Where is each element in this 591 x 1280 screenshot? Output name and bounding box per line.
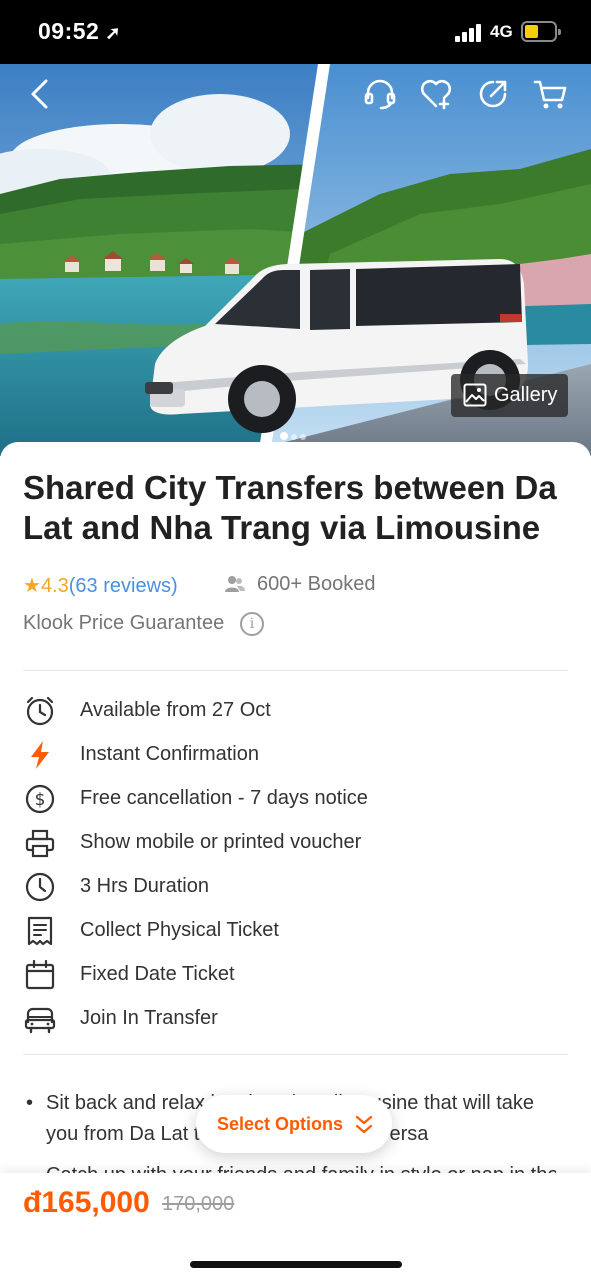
- feature-item: Fixed Date Ticket: [24, 957, 584, 993]
- feature-label: 3 Hrs Duration: [80, 875, 209, 897]
- image-icon: [463, 383, 487, 407]
- feature-label: Join In Transfer: [80, 1007, 218, 1029]
- home-indicator[interactable]: [190, 1261, 402, 1268]
- status-bar: 09:52 ➚ 4G: [0, 0, 591, 64]
- gallery-button[interactable]: Gallery: [451, 374, 568, 417]
- clock-icon: [25, 872, 55, 902]
- divider: [23, 670, 568, 671]
- feature-label: Fixed Date Ticket: [80, 963, 235, 985]
- feature-label: Instant Confirmation: [80, 743, 259, 765]
- select-options-button[interactable]: Select Options: [196, 1095, 392, 1153]
- people-icon: [225, 576, 245, 592]
- dollar-circle-icon: $: [25, 784, 55, 814]
- location-arrow-icon: ➚: [105, 23, 121, 43]
- double-chevron-down-icon: [355, 1115, 373, 1134]
- feature-item: 3 Hrs Duration: [24, 869, 584, 905]
- network-type: 4G: [490, 22, 513, 41]
- info-icon[interactable]: i: [240, 612, 264, 636]
- select-options-label: Select Options: [217, 1114, 344, 1134]
- signal-icon: [455, 22, 483, 42]
- price: đ165,000: [23, 1186, 150, 1219]
- receipt-icon: [27, 916, 53, 946]
- feature-item: Join In Transfer: [24, 1001, 584, 1037]
- headset-icon[interactable]: [362, 76, 398, 112]
- share-icon[interactable]: [475, 76, 511, 112]
- carousel-dot[interactable]: [291, 434, 297, 440]
- star-icon: ★: [23, 575, 41, 597]
- battery-icon: [521, 21, 561, 42]
- description-text-partial: Catch up with your friends and family in…: [46, 1160, 556, 1174]
- clock-text: 09:52: [38, 18, 100, 44]
- feature-label: Free cancellation - 7 days notice: [80, 787, 368, 809]
- feature-item: Show mobile or printed voucher: [24, 825, 584, 861]
- booked-label: 600+ Booked: [257, 573, 376, 595]
- carousel-dot[interactable]: [280, 432, 288, 440]
- printer-icon: [25, 829, 55, 858]
- feature-item: Collect Physical Ticket: [24, 913, 584, 949]
- bullet: •: [26, 1092, 34, 1114]
- rating[interactable]: ★4.3(63 reviews): [23, 573, 178, 598]
- price-guarantee[interactable]: Klook Price Guarantee: [23, 612, 224, 635]
- feature-item: $ Free cancellation - 7 days notice: [24, 781, 584, 817]
- original-price: 170,000: [162, 1193, 235, 1215]
- back-arrow-icon[interactable]: [22, 76, 58, 112]
- divider: [23, 1054, 568, 1055]
- calendar-icon: [25, 959, 55, 990]
- rating-score: 4.3: [40, 575, 69, 597]
- page-title: Shared City Transfers between Da Lat and…: [23, 469, 557, 546]
- bus-icon: [24, 1007, 56, 1034]
- alarm-clock-icon: [26, 696, 54, 726]
- feature-item: Instant Confirmation: [24, 737, 584, 773]
- feature-label: Available from 27 Oct: [80, 699, 271, 721]
- feature-label: Collect Physical Ticket: [80, 919, 279, 941]
- carousel-dot[interactable]: [300, 434, 306, 440]
- wishlist-heart-icon[interactable]: [418, 76, 454, 112]
- gallery-label: Gallery: [494, 384, 558, 406]
- status-time: 09:52 ➚: [38, 18, 121, 45]
- lightning-icon: [31, 741, 49, 769]
- reviews-link[interactable]: (63 reviews): [69, 575, 178, 597]
- feature-label: Show mobile or printed voucher: [80, 831, 362, 853]
- content-sheet: [0, 442, 591, 1280]
- feature-item: Available from 27 Oct: [24, 693, 584, 729]
- cart-icon[interactable]: [532, 76, 568, 112]
- svg-text:$: $: [35, 790, 46, 810]
